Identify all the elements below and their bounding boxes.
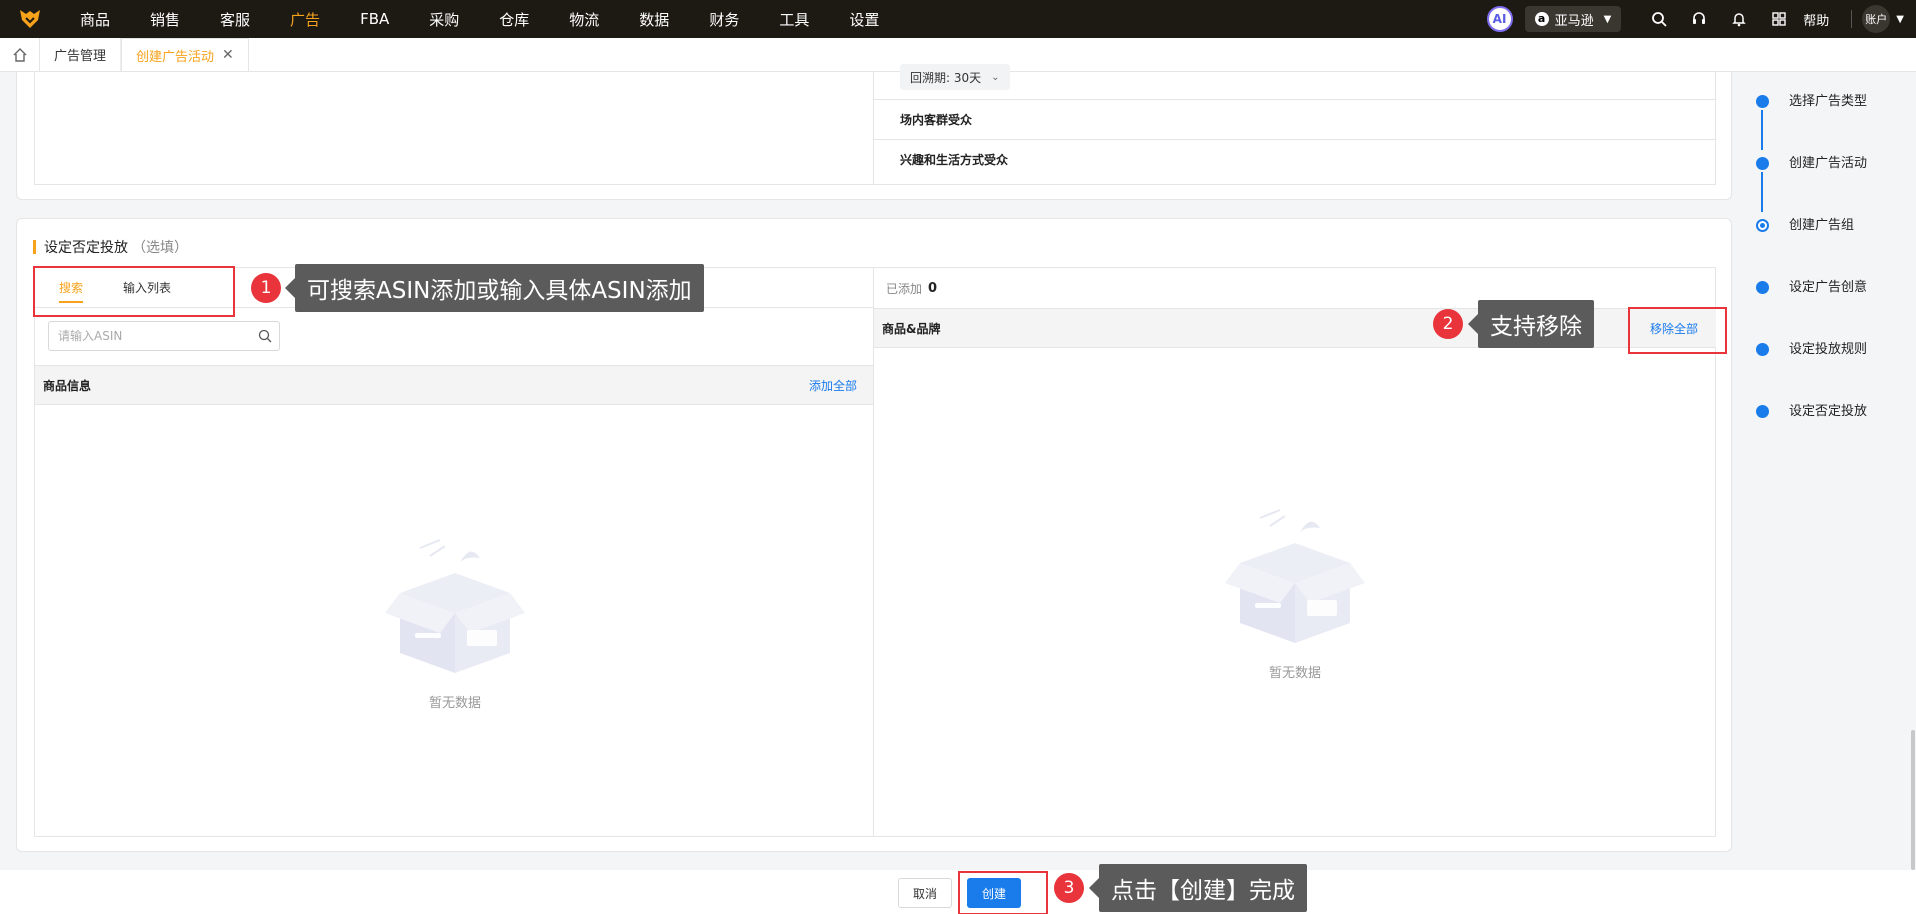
audience-row-in-market[interactable]: 场内客群受众: [874, 99, 1716, 139]
account-avatar[interactable]: 账户: [1862, 5, 1891, 33]
step-item[interactable]: 设定否定投放: [1756, 398, 1916, 460]
step-label: 设定否定投放: [1789, 404, 1868, 419]
search-icon[interactable]: [251, 322, 279, 350]
step-dot: [1756, 405, 1769, 418]
nav-item-tools[interactable]: 工具: [759, 0, 829, 38]
nav-item-warehouse[interactable]: 仓库: [479, 0, 549, 38]
annotation-number: 2: [1433, 309, 1463, 339]
step-item[interactable]: 选择广告类型: [1756, 88, 1916, 150]
tab-label: 广告管理: [54, 49, 107, 64]
help-link[interactable]: 帮助: [1799, 10, 1841, 29]
step-item[interactable]: 设定广告创意: [1756, 274, 1916, 336]
nav-divider: [1851, 10, 1853, 28]
nav-item-ads[interactable]: 广告: [270, 0, 340, 38]
nav-item-data[interactable]: 数据: [619, 0, 689, 38]
step-line: [1761, 110, 1763, 150]
asin-search-input[interactable]: [49, 322, 251, 350]
asin-search-box: [48, 321, 280, 351]
annotation-number: 3: [1054, 873, 1084, 903]
optional-label: （选填）: [132, 240, 188, 256]
annotation-callout: 支持移除: [1468, 300, 1594, 348]
right-empty-state: 暂无数据: [1215, 508, 1375, 681]
title-accent-bar: [33, 240, 36, 254]
annotation-callout: 可搜索ASIN添加或输入具体ASIN添加: [285, 264, 704, 312]
nav-item-fba[interactable]: FBA: [340, 0, 409, 38]
step-dot: [1756, 343, 1769, 356]
headset-icon[interactable]: [1679, 0, 1719, 38]
step-dot: [1756, 95, 1769, 108]
step-dot: [1756, 219, 1769, 232]
top-navbar: 商品 销售 客服 广告 FBA 采购 仓库 物流 数据 财务 工具 设置 AI …: [0, 0, 1916, 38]
step-dot: [1756, 157, 1769, 170]
empty-text: 暂无数据: [1268, 666, 1321, 681]
close-icon[interactable]: ✕: [222, 47, 234, 63]
page-scrollbar[interactable]: [1911, 730, 1915, 870]
main-nav: 商品 销售 客服 广告 FBA 采购 仓库 物流 数据 财务 工具 设置: [60, 0, 899, 38]
step-label: 选择广告类型: [1789, 94, 1868, 109]
annotation-highlight-create: [958, 871, 1048, 914]
section-title-text: 设定否定投放: [44, 240, 128, 256]
box-divider: [873, 268, 874, 836]
annotation-highlight-tabs: [33, 266, 235, 317]
bell-icon[interactable]: [1719, 0, 1759, 38]
tab-create-campaign[interactable]: 创建广告活动 ✕: [121, 38, 249, 71]
nav-item-sales[interactable]: 销售: [130, 0, 200, 38]
step-item[interactable]: 创建广告活动: [1756, 150, 1916, 212]
negative-targeting-box: 搜索 输入列表 商品信息 添加全部: [34, 267, 1716, 837]
ai-assistant-button[interactable]: AI: [1486, 6, 1513, 32]
step-label: 创建广告组: [1789, 218, 1855, 233]
product-info-header: 商品信息 添加全部: [35, 365, 873, 405]
nav-right-tools: AI a 亚马逊 ▼ 帮助 账户 ▼: [1486, 0, 1916, 38]
audience-row-interests[interactable]: 兴趣和生活方式受众: [874, 139, 1716, 179]
apps-grid-icon[interactable]: [1759, 0, 1799, 38]
empty-text: 暂无数据: [428, 696, 481, 711]
nav-item-purchase[interactable]: 采购: [409, 0, 479, 38]
creation-steps: 选择广告类型 创建广告活动 创建广告组 设定广告创意 设定投放规则 设定否定投放: [1756, 88, 1916, 460]
step-line: [1761, 172, 1763, 212]
search-icon[interactable]: [1639, 0, 1679, 38]
store-label: 亚马逊: [1554, 13, 1594, 29]
home-icon[interactable]: [0, 38, 40, 71]
added-label: 已添加: [886, 281, 923, 296]
annotation-callout: 点击【创建】完成: [1089, 864, 1307, 912]
product-info-label: 商品信息: [43, 378, 92, 393]
app-logo-icon[interactable]: [0, 0, 60, 38]
store-selector[interactable]: a 亚马逊 ▼: [1524, 6, 1622, 32]
step-item[interactable]: 设定投放规则: [1756, 336, 1916, 398]
nav-item-finance[interactable]: 财务: [689, 0, 759, 38]
nav-item-settings[interactable]: 设置: [829, 0, 899, 38]
annotation-number: 1: [251, 273, 281, 303]
empty-box-icon: [1225, 509, 1365, 643]
audience-row-label: 场内客群受众: [900, 113, 973, 127]
chevron-down-icon: ▼: [1603, 13, 1612, 25]
step-item-current[interactable]: 创建广告组: [1756, 212, 1916, 274]
chevron-down-icon: ⌄: [991, 71, 1000, 83]
tab-label: 创建广告活动: [136, 49, 215, 65]
section-title: 设定否定投放 （选填）: [33, 237, 188, 257]
nav-item-service[interactable]: 客服: [200, 0, 270, 38]
left-empty-state: 暂无数据: [375, 538, 535, 711]
product-brand-label: 商品&品牌: [882, 321, 941, 336]
cancel-button[interactable]: 取消: [898, 878, 952, 908]
amazon-icon: a: [1534, 12, 1549, 26]
empty-box-icon: [385, 539, 525, 673]
step-label: 创建广告活动: [1789, 156, 1868, 171]
chevron-down-icon[interactable]: ▼: [1896, 14, 1904, 25]
add-all-button[interactable]: 添加全部: [809, 377, 857, 394]
tab-ad-management[interactable]: 广告管理: [40, 38, 122, 71]
step-label: 设定广告创意: [1789, 280, 1868, 295]
added-count: 0: [928, 280, 938, 296]
step-label: 设定投放规则: [1789, 342, 1868, 357]
step-dot: [1756, 281, 1769, 294]
lookback-label: 回溯期: 30天: [910, 70, 982, 85]
nav-item-products[interactable]: 商品: [60, 0, 130, 38]
nav-item-logistics[interactable]: 物流: [549, 0, 619, 38]
lookback-select[interactable]: 回溯期: 30天 ⌄: [900, 64, 1010, 90]
audience-row-label: 兴趣和生活方式受众: [900, 153, 1009, 167]
annotation-highlight-remove: [1628, 307, 1727, 354]
